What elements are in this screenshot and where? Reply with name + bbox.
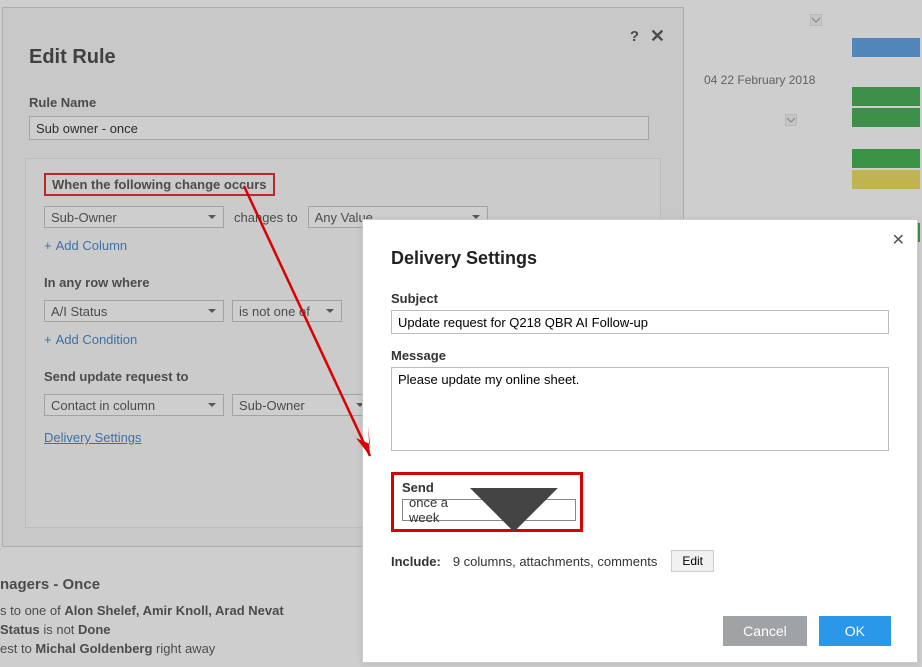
rule-name-input[interactable] — [29, 116, 649, 140]
delivery-title: Delivery Settings — [391, 248, 889, 269]
chevron-down-icon — [207, 212, 217, 222]
chevron-down-icon — [207, 306, 217, 316]
subject-input[interactable] — [391, 310, 889, 334]
bg-dropdown-1 — [810, 14, 822, 26]
send-highlight: Send once a week — [391, 472, 583, 532]
delivery-settings-link[interactable]: Delivery Settings — [44, 430, 142, 445]
edit-include-button[interactable]: Edit — [671, 550, 714, 572]
include-label: Include: — [391, 554, 441, 569]
help-icon[interactable]: ? — [630, 28, 639, 45]
chevron-down-icon — [459, 455, 569, 565]
subject-label: Subject — [391, 291, 889, 306]
row-operator-select[interactable]: is not one of — [232, 300, 342, 322]
when-change-heading: When the following change occurs — [44, 173, 275, 196]
include-text: 9 columns, attachments, comments — [453, 554, 657, 569]
close-icon[interactable]: ✕ — [650, 26, 665, 47]
message-label: Message — [391, 348, 889, 363]
chevron-down-icon — [207, 400, 217, 410]
chevron-down-icon — [325, 306, 335, 316]
send-frequency-select[interactable]: once a week — [402, 499, 576, 521]
dialog-title: Edit Rule — [29, 46, 657, 69]
changes-to-label: changes to — [232, 210, 300, 225]
ok-button[interactable]: OK — [819, 616, 891, 646]
close-icon[interactable]: ✕ — [892, 230, 905, 250]
when-column-select[interactable]: Sub-Owner — [44, 206, 224, 228]
row-column-select[interactable]: A/I Status — [44, 300, 224, 322]
rule-name-label: Rule Name — [29, 95, 657, 110]
bg-timestamp: 04 22 February 2018 — [704, 73, 815, 87]
send-target-select[interactable]: Contact in column — [44, 394, 224, 416]
bg-color-blocks — [852, 0, 922, 244]
send-column-select[interactable]: Sub-Owner — [232, 394, 372, 416]
message-textarea[interactable] — [391, 367, 889, 451]
cancel-button[interactable]: Cancel — [723, 616, 807, 646]
delivery-settings-dialog: ✕ Delivery Settings Subject Message Send… — [362, 219, 918, 663]
bg-dropdown-2 — [785, 114, 797, 126]
